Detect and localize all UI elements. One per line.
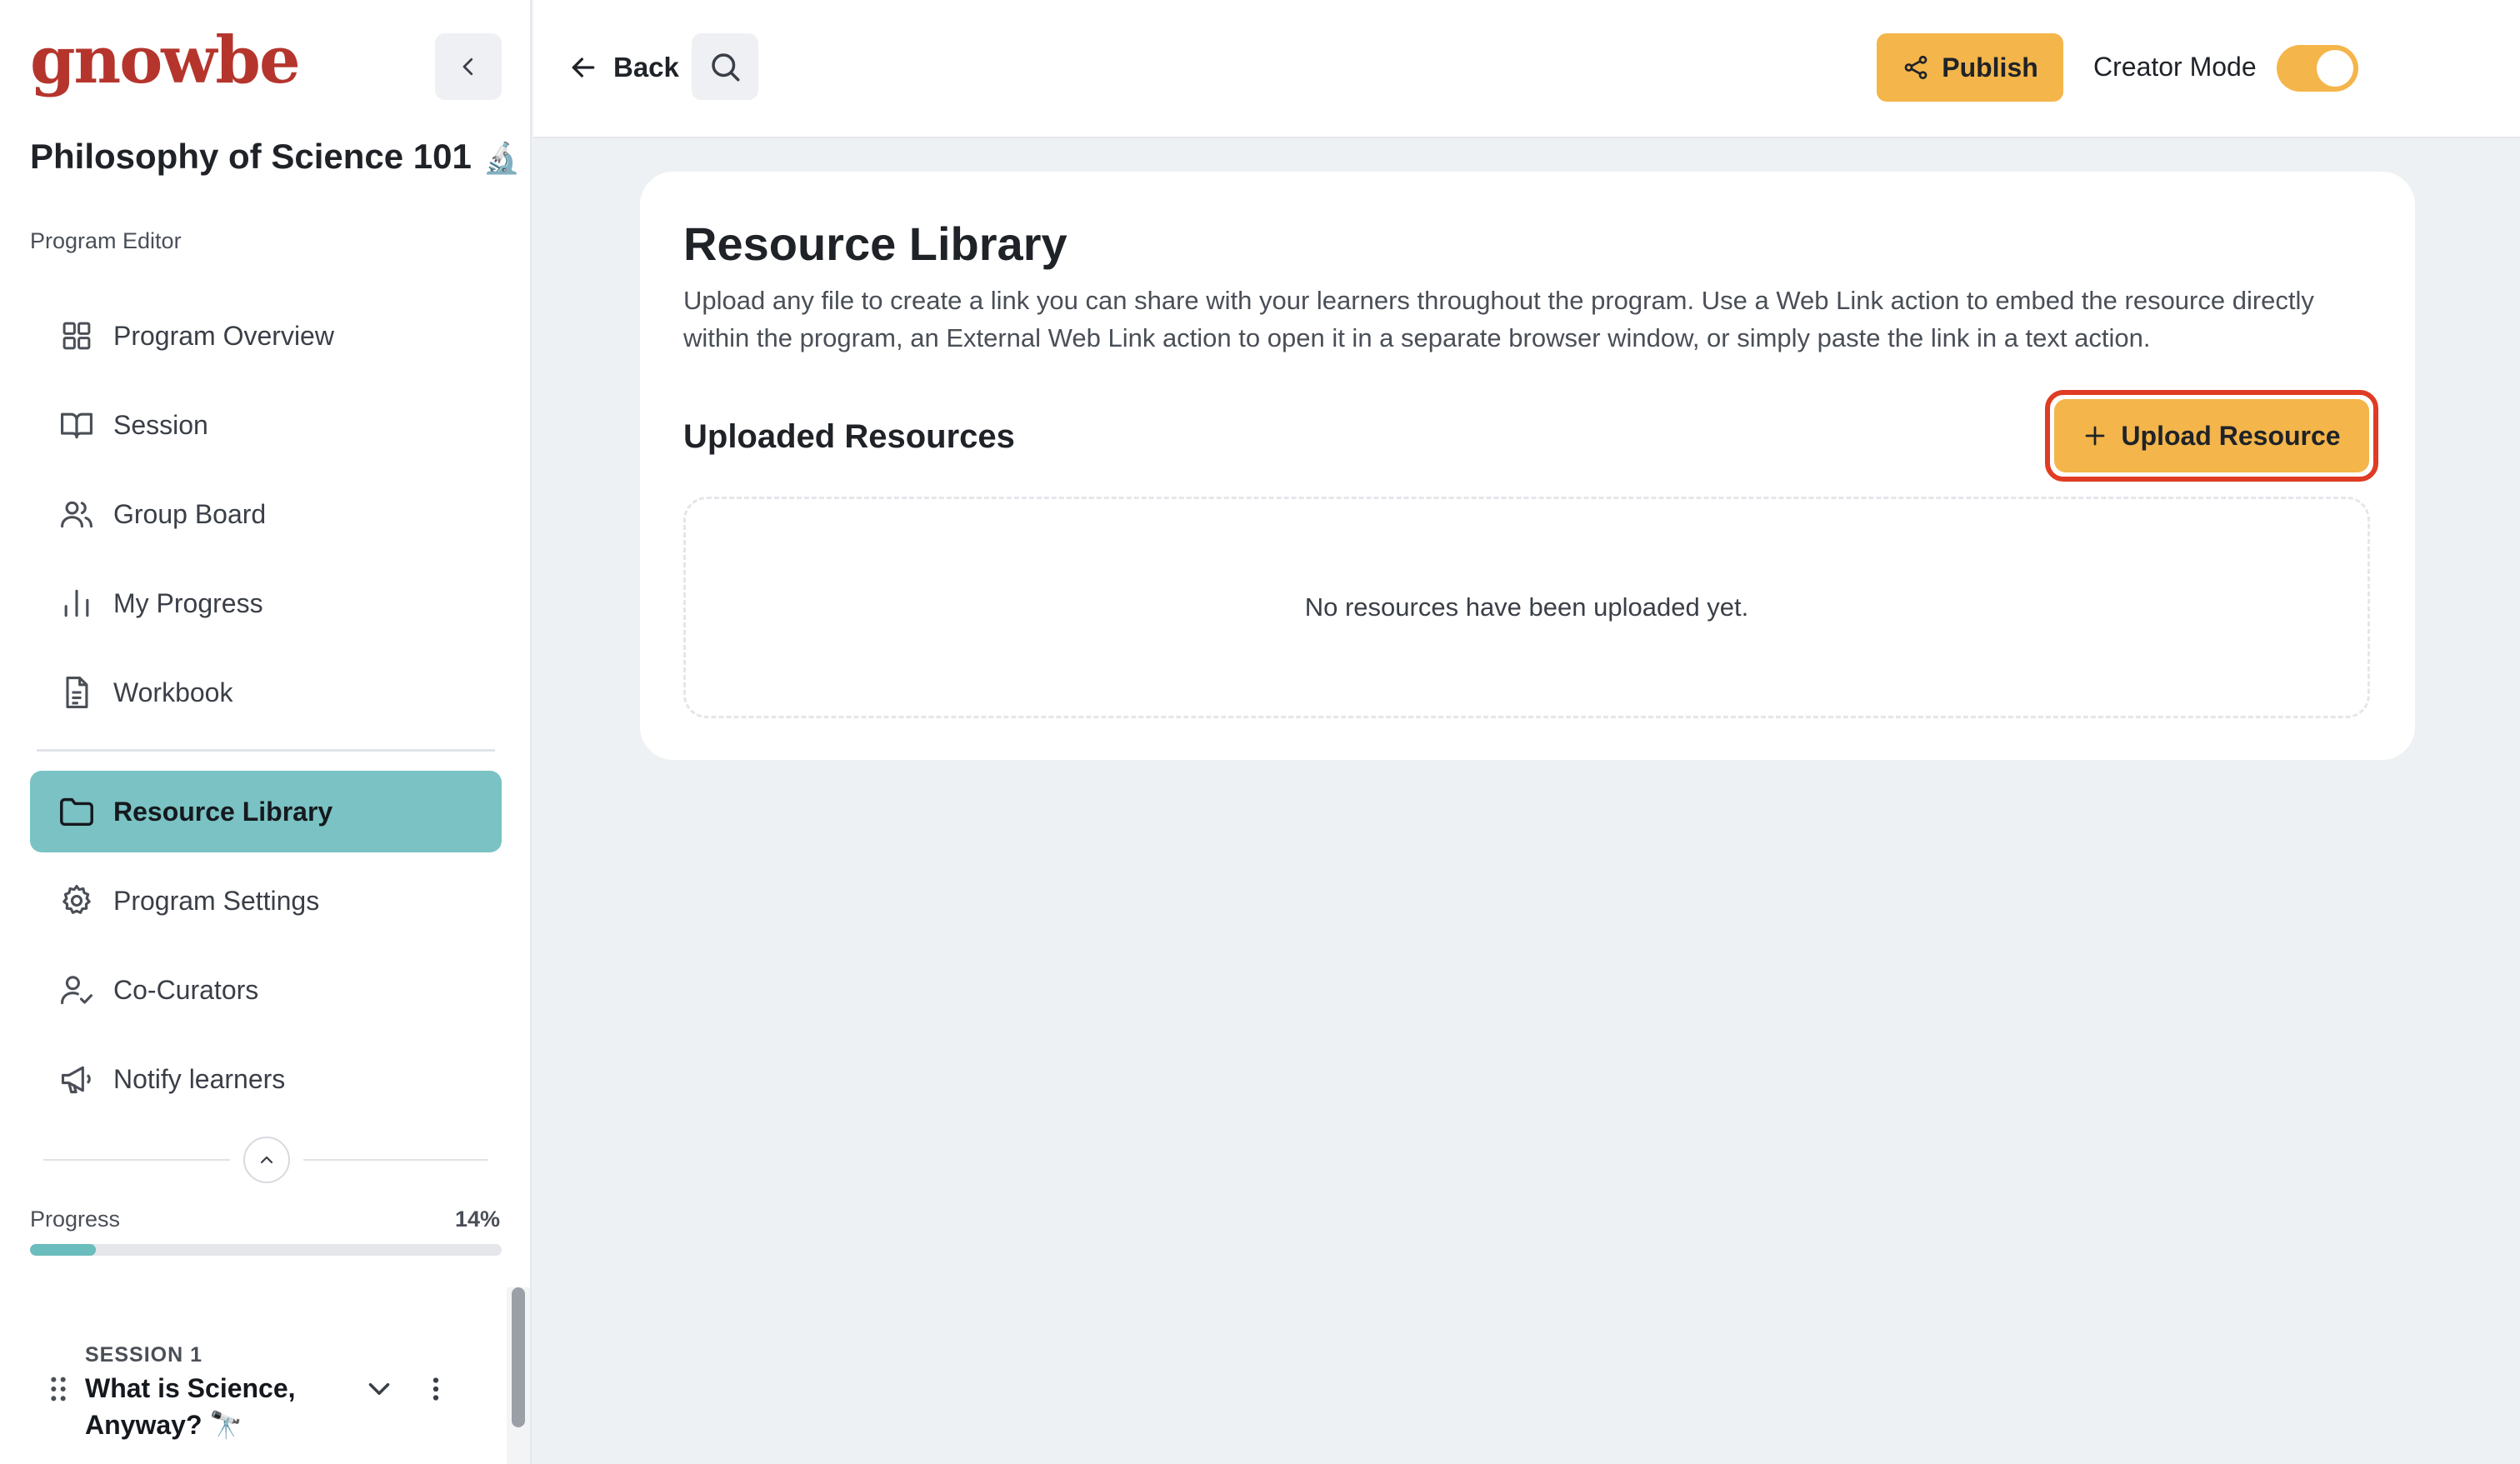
bar-chart-icon — [64, 589, 89, 617]
sidebar-item-workbook[interactable]: Workbook — [30, 652, 502, 733]
collapse-row-line — [303, 1159, 488, 1161]
session-item[interactable]: SESSION 1 What is Science, Anyway? 🔭 — [0, 1333, 500, 1464]
sidebar-item-label: Workbook — [113, 677, 233, 707]
sidebar-item-label: Notify learners — [113, 1063, 286, 1094]
users-icon — [61, 501, 92, 528]
program-title: Philosophy of Science 101 🔬 — [30, 137, 521, 177]
collapse-row-line — [43, 1159, 230, 1161]
megaphone-icon — [61, 1066, 91, 1094]
session-kicker: SESSION 1 — [85, 1343, 202, 1367]
collapse-nav-row — [43, 1137, 488, 1183]
sidebar-item-label: My Progress — [113, 587, 263, 618]
progress-bar — [30, 1244, 502, 1256]
plus-icon — [2086, 426, 2105, 446]
chevron-left-icon — [462, 57, 473, 76]
sidebar-item-resource-library[interactable]: Resource Library — [30, 771, 502, 852]
sidebar-item-label: Program Settings — [113, 885, 320, 916]
sidebar-item-label: Session — [113, 409, 208, 440]
resources-empty-state: No resources have been uploaded yet. — [683, 497, 2370, 718]
drag-handle-icon[interactable] — [48, 1375, 68, 1403]
share-icon — [1904, 55, 1928, 80]
chevron-up-icon — [260, 1156, 273, 1164]
collapse-sidebar-button[interactable] — [435, 33, 502, 100]
sidebar: gnowbe Philosophy of Science 101 🔬 Progra… — [0, 0, 532, 1464]
top-bar: Back Publish Creator Mode — [533, 0, 2520, 138]
creator-mode-toggle[interactable] — [2277, 45, 2358, 92]
resource-library-card: Resource Library Upload any file to crea… — [640, 172, 2415, 760]
toggle-knob — [2317, 50, 2353, 87]
sidebar-scrollbar[interactable] — [512, 1287, 525, 1427]
publish-button[interactable]: Publish — [1877, 33, 2063, 102]
session-title: What is Science, Anyway? 🔭 — [85, 1373, 296, 1440]
progress-bar-fill — [30, 1244, 97, 1256]
sidebar-item-co-curators[interactable]: Co-Curators — [30, 949, 502, 1031]
sidebar-item-session[interactable]: Session — [30, 384, 502, 466]
folder-icon — [60, 797, 93, 827]
arrow-left-icon — [572, 57, 595, 77]
sidebar-divider — [37, 749, 495, 752]
document-icon — [66, 677, 88, 708]
page-description: Upload any file to create a link you can… — [683, 286, 2314, 352]
sidebar-item-program-settings[interactable]: Program Settings — [30, 860, 502, 942]
sidebar-item-my-progress[interactable]: My Progress — [30, 562, 502, 644]
gnowbe-logo[interactable]: gnowbe — [30, 28, 301, 93]
progress-label: Progress — [30, 1207, 121, 1232]
uploaded-resources-heading: Uploaded Resources — [683, 418, 1015, 455]
book-open-icon — [61, 412, 92, 439]
grid-icon — [62, 322, 91, 350]
section-label: Program Editor — [30, 228, 182, 253]
microscope-emoji: 🔬 — [482, 141, 521, 175]
user-check-icon — [61, 976, 92, 1005]
page-title: Resource Library — [683, 217, 1068, 270]
sidebar-item-label: Program Overview — [113, 320, 334, 351]
creator-mode-label: Creator Mode — [2093, 52, 2257, 82]
collapse-nav-button[interactable] — [243, 1137, 290, 1183]
sidebar-item-group-board[interactable]: Group Board — [30, 473, 502, 555]
sidebar-item-label: Resource Library — [113, 796, 333, 827]
gear-icon — [62, 885, 91, 914]
search-icon — [712, 53, 740, 82]
sidebar-item-label: Co-Curators — [113, 974, 259, 1005]
upload-resource-button[interactable]: Upload Resource — [2054, 399, 2369, 472]
publish-label: Publish — [1942, 52, 2038, 82]
back-button[interactable]: Back — [567, 42, 679, 93]
empty-state-message: No resources have been uploaded yet. — [1304, 592, 1749, 622]
progress-percent: 14% — [454, 1207, 500, 1232]
sidebar-item-label: Group Board — [113, 498, 267, 529]
upload-resource-label: Upload Resource — [2121, 420, 2341, 451]
sidebar-item-notify-learners[interactable]: Notify learners — [30, 1038, 502, 1120]
sidebar-item-program-overview[interactable]: Program Overview — [30, 295, 502, 377]
program-title-text: Philosophy of Science 101 — [30, 137, 472, 176]
more-vertical-icon[interactable] — [423, 1372, 448, 1407]
back-label: Back — [613, 52, 679, 82]
search-button[interactable] — [692, 33, 758, 100]
chevron-down-icon[interactable] — [362, 1372, 397, 1407]
